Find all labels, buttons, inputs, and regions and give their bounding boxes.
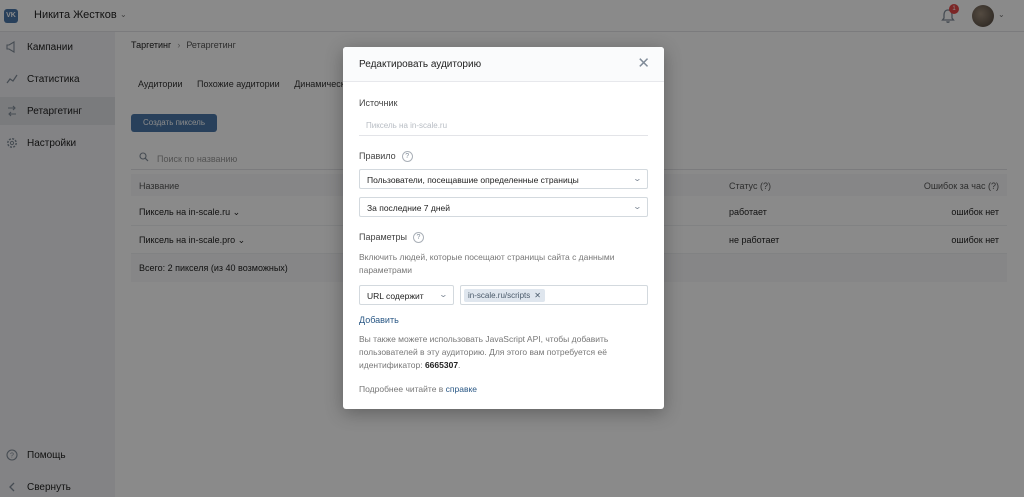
period-select[interactable]: За последние 7 дней ⌄ — [359, 197, 648, 217]
close-icon[interactable]: ✕ — [637, 56, 650, 72]
more-info: Подробнее читайте в справке — [359, 384, 477, 394]
remove-tag-icon[interactable]: ✕ — [534, 291, 541, 300]
help-docs-link[interactable]: справке — [446, 384, 477, 394]
condition-select[interactable]: URL содержит ⌄ — [359, 285, 454, 305]
rule-select[interactable]: Пользователи, посещавшие определенные ст… — [359, 169, 648, 189]
chevron-down-icon: ⌄ — [632, 202, 643, 211]
audience-id: 6665307 — [424, 360, 459, 370]
api-hint-text: Вы также можете использовать JavaScript … — [359, 334, 609, 370]
params-label-text: Параметры — [359, 232, 407, 242]
edit-audience-dialog: Редактировать аудиторию ✕ Источник Пиксе… — [343, 47, 664, 409]
more-info-text: Подробнее читайте в — [359, 384, 444, 394]
api-hint: Вы также можете использовать JavaScript … — [359, 333, 649, 372]
chevron-down-icon: ⌄ — [438, 290, 449, 299]
api-hint-suffix: . — [458, 360, 461, 370]
url-tag: in-scale.ru/scripts ✕ — [464, 289, 545, 302]
condition-select-value: URL содержит — [367, 291, 424, 301]
add-parameter-link[interactable]: Добавить — [359, 315, 399, 325]
source-label: Источник — [359, 98, 398, 108]
params-label: Параметры? — [359, 232, 424, 244]
help-icon[interactable]: ? — [412, 232, 424, 244]
period-select-value: За последние 7 дней — [367, 203, 451, 213]
dialog-header: Редактировать аудиторию ✕ — [343, 47, 664, 82]
source-field[interactable]: Пиксель на in-scale.ru — [359, 116, 648, 136]
dialog-title: Редактировать аудиторию — [359, 59, 482, 70]
help-icon[interactable]: ? — [401, 151, 413, 163]
url-tag-text: in-scale.ru/scripts — [468, 291, 531, 300]
chevron-down-icon: ⌄ — [632, 174, 643, 183]
rule-label: Правило? — [359, 151, 413, 163]
params-description: Включить людей, которые посещают страниц… — [359, 252, 615, 275]
rule-select-value: Пользователи, посещавшие определенные ст… — [367, 175, 579, 185]
url-tag-input[interactable]: in-scale.ru/scripts ✕ — [460, 285, 648, 305]
rule-label-text: Правило — [359, 151, 396, 161]
